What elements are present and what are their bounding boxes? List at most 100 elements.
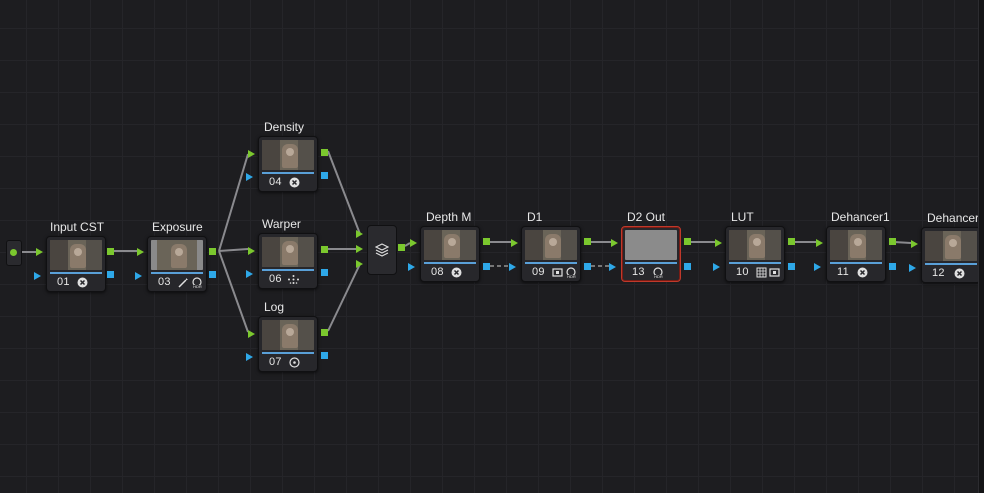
node-12-alpha-input[interactable] xyxy=(909,264,916,272)
node-thumbnail xyxy=(424,230,476,260)
source-input-node[interactable] xyxy=(6,240,22,266)
node-03-alpha-input[interactable] xyxy=(135,272,142,280)
node-11-rgb-input[interactable] xyxy=(816,239,823,247)
node-08[interactable]: 08 xyxy=(420,226,480,282)
node-number: 13 xyxy=(632,266,645,278)
node-08-rgb-output[interactable] xyxy=(483,238,490,245)
node-label-log: Log xyxy=(264,300,285,314)
node-07-rgb-output[interactable] xyxy=(321,329,328,336)
node-thumbnail xyxy=(262,320,314,350)
node-number: 01 xyxy=(57,276,70,288)
node-04-alpha-input[interactable] xyxy=(246,173,253,181)
node-08-alpha-output[interactable] xyxy=(483,263,490,270)
mixer-input-3[interactable] xyxy=(356,260,363,268)
hdr-icon: HDR xyxy=(652,267,665,278)
node-13-rgb-input[interactable] xyxy=(611,239,618,247)
node-thumbnail xyxy=(925,231,977,261)
node-label-dehancer1: Dehancer1 xyxy=(831,210,890,224)
node-06-alpha-output[interactable] xyxy=(321,269,328,276)
node-08-rgb-input[interactable] xyxy=(410,239,417,247)
fx-icon xyxy=(77,277,88,288)
node-09-alpha-output[interactable] xyxy=(584,263,591,270)
node-03-alpha-output[interactable] xyxy=(209,271,216,278)
wand-icon xyxy=(178,277,189,288)
node-04-alpha-output[interactable] xyxy=(321,172,328,179)
node-label-lut: LUT xyxy=(731,210,754,224)
node-01-rgb-input[interactable] xyxy=(36,248,43,256)
node-11-rgb-output[interactable] xyxy=(889,238,896,245)
node-label-density: Density xyxy=(264,120,305,134)
layer-mixer-node[interactable] xyxy=(367,225,397,275)
node-thumbnail xyxy=(830,230,882,260)
node-01[interactable]: 01 xyxy=(46,236,106,292)
node-number: 09 xyxy=(532,266,545,278)
mixer-input-1[interactable] xyxy=(356,230,363,238)
layer-mixer-icon xyxy=(375,243,389,257)
node-graph-canvas[interactable]: Input CST 01 Exposure 03 HDR Density 04 … xyxy=(0,0,984,493)
wire xyxy=(327,150,361,235)
node-10-rgb-input[interactable] xyxy=(715,239,722,247)
node-label-warper: Warper xyxy=(262,217,301,231)
node-06-rgb-output[interactable] xyxy=(321,246,328,253)
svg-text:HDR: HDR xyxy=(193,284,202,288)
node-04-rgb-input[interactable] xyxy=(248,150,255,158)
wire xyxy=(218,248,249,252)
node-13-rgb-output[interactable] xyxy=(684,238,691,245)
node-10-alpha-input[interactable] xyxy=(713,263,720,271)
node-label-d2-out: D2 Out xyxy=(627,210,666,224)
fx-icon xyxy=(954,268,965,279)
node-number: 08 xyxy=(431,266,444,278)
node-03-rgb-input[interactable] xyxy=(137,248,144,256)
node-06-rgb-input[interactable] xyxy=(248,247,255,255)
node-12-rgb-input[interactable] xyxy=(911,240,918,248)
node-label-depth-m: Depth M xyxy=(426,210,472,224)
node-07-alpha-input[interactable] xyxy=(246,353,253,361)
fx-icon xyxy=(289,177,300,188)
node-13[interactable]: 13 HDR xyxy=(621,226,681,282)
node-01-alpha-output[interactable] xyxy=(107,271,114,278)
node-thumbnail xyxy=(151,240,203,270)
node-label-exposure: Exposure xyxy=(152,220,203,234)
fx-icon xyxy=(857,267,868,278)
node-11-alpha-input[interactable] xyxy=(814,263,821,271)
node-03-rgb-output[interactable] xyxy=(209,248,216,255)
node-11[interactable]: 11 xyxy=(826,226,886,282)
svg-text:HDR: HDR xyxy=(567,274,576,278)
node-label-dehancer: Dehancer xyxy=(927,211,980,225)
wire xyxy=(327,263,361,332)
hdr-icon: HDR xyxy=(565,267,578,278)
node-10-rgb-output[interactable] xyxy=(788,238,795,245)
node-07-rgb-input[interactable] xyxy=(248,330,255,338)
node-06-alpha-input[interactable] xyxy=(246,270,253,278)
node-number: 07 xyxy=(269,356,282,368)
mixer-input-2[interactable] xyxy=(356,245,363,253)
node-03[interactable]: 03 HDR xyxy=(147,236,207,292)
node-11-alpha-output[interactable] xyxy=(889,263,896,270)
node-number: 11 xyxy=(837,266,850,278)
node-01-rgb-output[interactable] xyxy=(107,248,114,255)
node-number: 10 xyxy=(736,266,749,278)
node-12[interactable]: 12 xyxy=(921,227,981,283)
node-10[interactable]: 10 xyxy=(725,226,785,282)
node-06[interactable]: 06 xyxy=(258,233,318,289)
node-13-alpha-input[interactable] xyxy=(609,263,616,271)
node-13-alpha-output[interactable] xyxy=(684,263,691,270)
node-thumbnail xyxy=(525,230,577,260)
node-07-alpha-output[interactable] xyxy=(321,352,328,359)
node-04-rgb-output[interactable] xyxy=(321,149,328,156)
node-04[interactable]: 04 xyxy=(258,136,318,192)
mixer-rgb-output[interactable] xyxy=(398,244,405,251)
node-07[interactable]: 07 xyxy=(258,316,318,372)
wire xyxy=(218,250,249,333)
node-number: 04 xyxy=(269,176,282,188)
source-port[interactable] xyxy=(10,249,17,256)
node-number: 03 xyxy=(158,276,171,288)
node-09-rgb-input[interactable] xyxy=(511,239,518,247)
node-thumbnail xyxy=(262,140,314,170)
node-10-alpha-output[interactable] xyxy=(788,263,795,270)
node-09-alpha-input[interactable] xyxy=(509,263,516,271)
node-08-alpha-input[interactable] xyxy=(408,263,415,271)
node-09[interactable]: 09 HDR xyxy=(521,226,581,282)
node-01-alpha-input[interactable] xyxy=(34,272,41,280)
node-09-rgb-output[interactable] xyxy=(584,238,591,245)
